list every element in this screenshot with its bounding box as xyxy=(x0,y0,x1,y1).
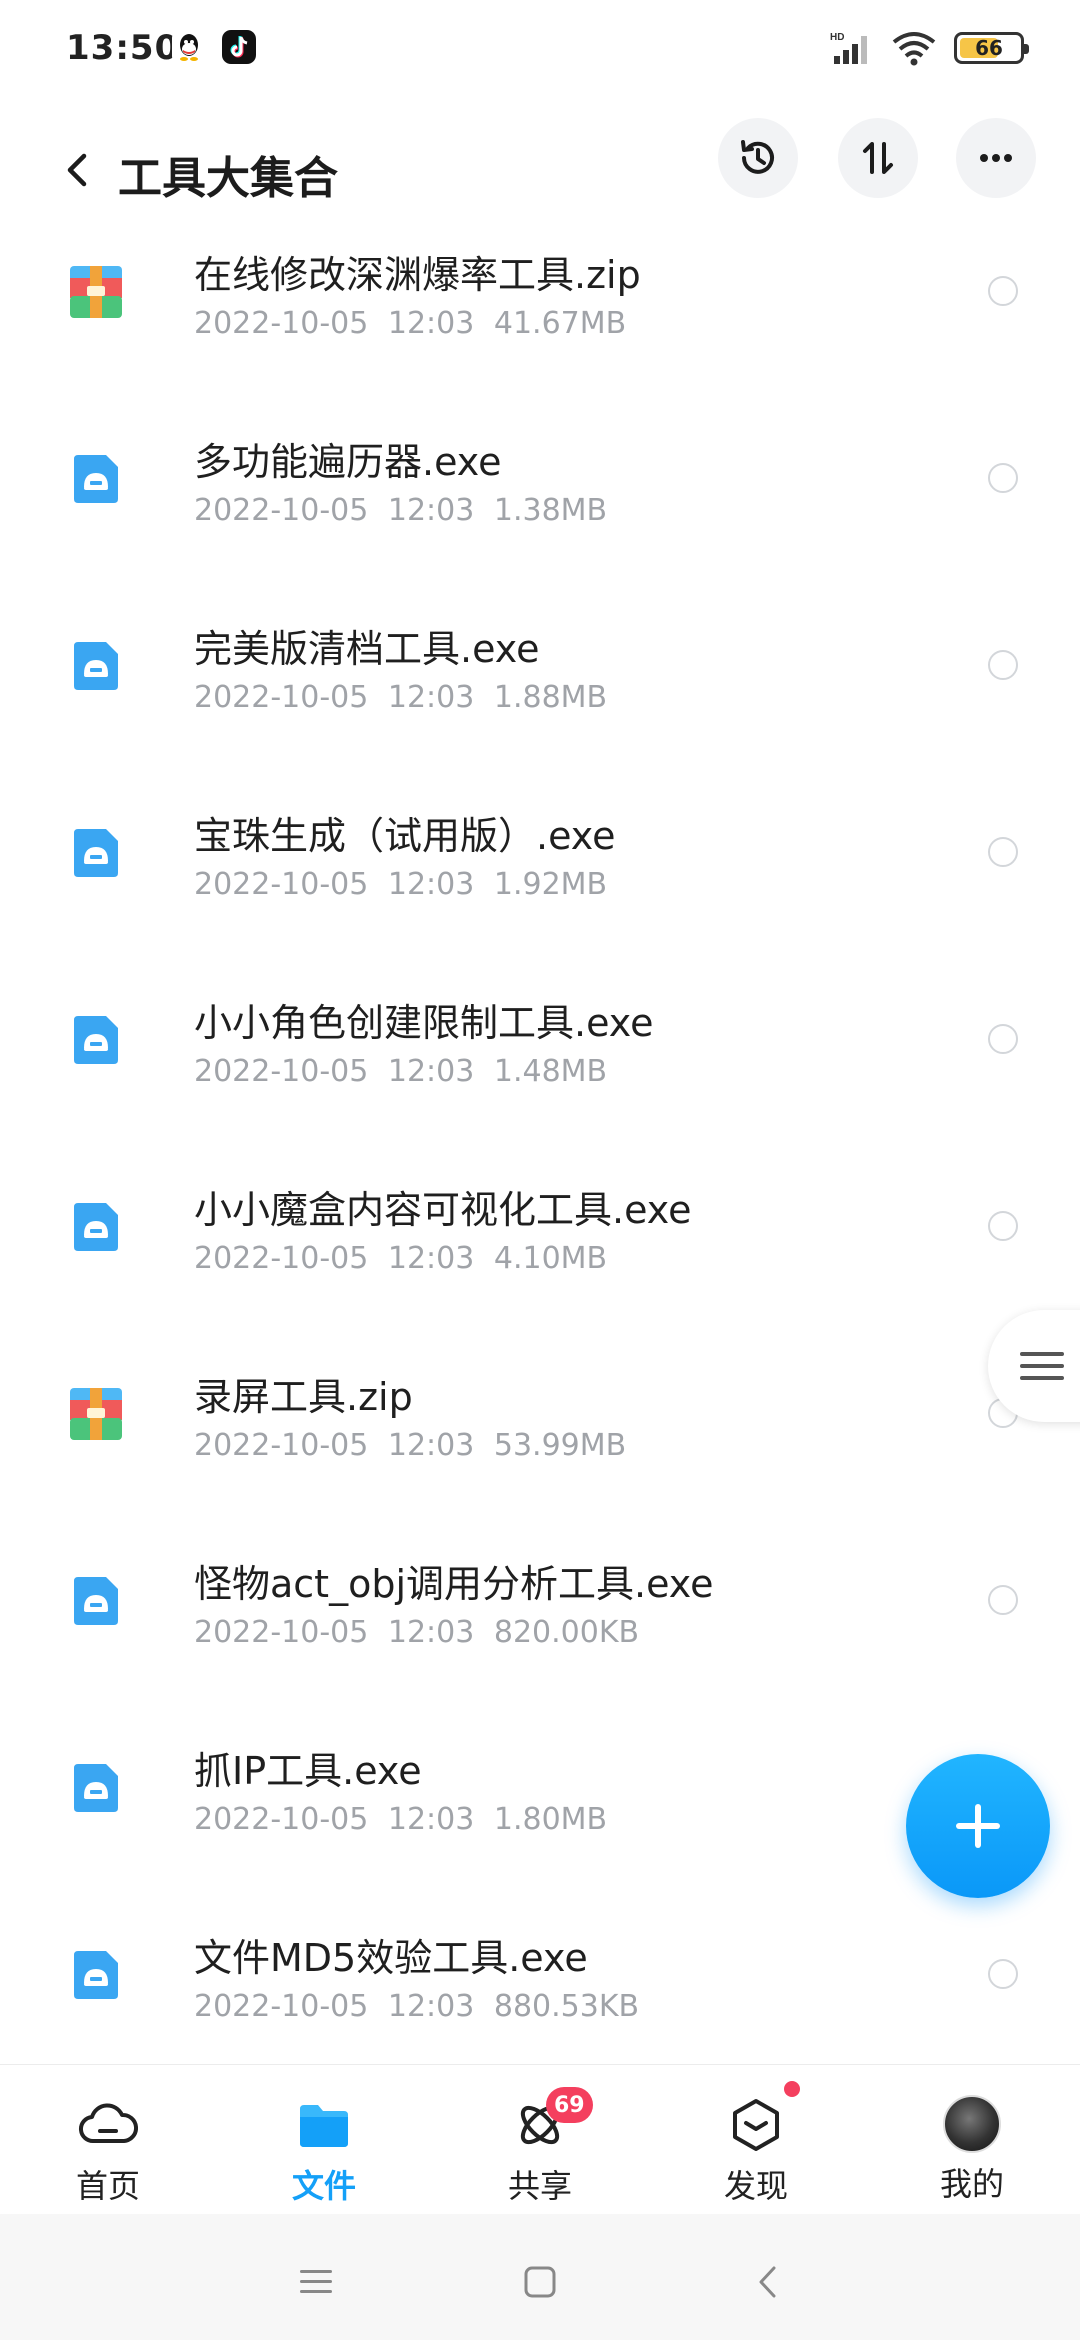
file-meta: 2022-10-05 12:03 1.88MB xyxy=(194,680,608,715)
tiktok-icon xyxy=(222,30,256,64)
nav-discover[interactable]: 发现 xyxy=(686,2081,826,2205)
file-name: 完美版清档工具.exe xyxy=(194,627,540,671)
svg-text:HD: HD xyxy=(830,32,844,43)
nav-me-label: 我的 xyxy=(939,2165,1004,2203)
file-row[interactable]: 小小角色创建限制工具.exe 2022-10-05 12:03 1.48MB xyxy=(0,978,1080,1165)
file-select-checkbox[interactable] xyxy=(988,463,1018,493)
avatar-wrapper xyxy=(942,2095,1002,2153)
file-name: 怪物act_obj调用分析工具.exe xyxy=(194,1562,714,1606)
file-name: 录屏工具.zip xyxy=(194,1375,413,1419)
file-meta: 2022-10-05 12:03 1.80MB xyxy=(194,1802,608,1837)
discover-box-icon xyxy=(726,2081,800,2155)
recent-apps-button[interactable] xyxy=(288,2254,344,2310)
home-button[interactable] xyxy=(512,2254,568,2310)
add-button[interactable] xyxy=(906,1754,1050,1898)
atom-share-icon: 69 xyxy=(510,2087,593,2155)
exe-file-icon xyxy=(70,640,122,692)
file-meta: 2022-10-05 12:03 4.10MB xyxy=(194,1241,608,1276)
status-bar: 13:50 HD 66 xyxy=(0,0,1080,100)
qq-icon xyxy=(172,30,206,64)
plus-icon xyxy=(956,1804,1000,1848)
avatar xyxy=(943,2095,1001,2153)
bottom-nav: 首页 文件 69 共享 发现 我的 xyxy=(0,2064,1080,2214)
nav-share-label: 共享 xyxy=(507,2167,572,2205)
sort-button[interactable] xyxy=(838,118,918,198)
file-name: 小小魔盒内容可视化工具.exe xyxy=(194,1188,692,1232)
file-select-checkbox[interactable] xyxy=(988,1211,1018,1241)
file-meta: 2022-10-05 12:03 41.67MB xyxy=(194,306,627,341)
file-name: 小小角色创建限制工具.exe xyxy=(194,1001,654,1045)
discover-dot xyxy=(784,2081,800,2097)
folder-icon xyxy=(294,2095,354,2155)
file-meta: 2022-10-05 12:03 53.99MB xyxy=(194,1428,627,1463)
file-meta: 2022-10-05 12:03 880.53KB xyxy=(194,1989,640,2024)
system-status-icons: HD 66 xyxy=(830,28,1029,68)
file-row[interactable]: 完美版清档工具.exe 2022-10-05 12:03 1.88MB xyxy=(0,604,1080,791)
more-icon xyxy=(980,154,1012,162)
signal-icon: HD xyxy=(830,30,874,66)
exe-file-icon xyxy=(70,1762,122,1814)
zip-file-icon xyxy=(70,1388,122,1440)
nav-me[interactable]: 我的 xyxy=(902,2095,1042,2205)
file-meta: 2022-10-05 12:03 1.48MB xyxy=(194,1054,608,1089)
exe-file-icon xyxy=(70,1575,122,1627)
back-arrow-icon xyxy=(759,2266,776,2298)
file-name: 宝珠生成（试用版）.exe xyxy=(194,814,616,858)
file-select-checkbox[interactable] xyxy=(988,837,1018,867)
file-meta: 2022-10-05 12:03 820.00KB xyxy=(194,1615,640,1650)
file-select-checkbox[interactable] xyxy=(988,1585,1018,1615)
file-name: 抓IP工具.exe xyxy=(194,1749,422,1793)
file-select-checkbox[interactable] xyxy=(988,276,1018,306)
history-button[interactable] xyxy=(718,118,798,198)
file-row[interactable]: 多功能遍历器.exe 2022-10-05 12:03 1.38MB xyxy=(0,417,1080,604)
file-row[interactable]: 怪物act_obj调用分析工具.exe 2022-10-05 12:03 820.… xyxy=(0,1539,1080,1726)
file-select-checkbox[interactable] xyxy=(988,1959,1018,1989)
file-select-checkbox[interactable] xyxy=(988,650,1018,680)
menu-icon xyxy=(300,2270,332,2293)
file-meta: 2022-10-05 12:03 1.38MB xyxy=(194,493,608,528)
file-meta: 2022-10-05 12:03 1.92MB xyxy=(194,867,608,902)
file-name: 文件MD5效验工具.exe xyxy=(194,1936,588,1980)
exe-file-icon xyxy=(70,827,122,879)
page-title: 工具大集合 xyxy=(118,153,338,204)
share-badge: 69 xyxy=(546,2087,593,2123)
status-time: 13:50 xyxy=(66,28,180,68)
battery-icon: 66 xyxy=(954,32,1029,64)
cloud-home-icon xyxy=(78,2095,138,2155)
nav-share[interactable]: 69 共享 xyxy=(470,2087,610,2205)
file-name: 多功能遍历器.exe xyxy=(194,440,502,484)
file-select-checkbox[interactable] xyxy=(988,1024,1018,1054)
file-row[interactable]: 在线修改深渊爆率工具.zip 2022-10-05 12:03 41.67MB xyxy=(0,230,1080,417)
exe-file-icon xyxy=(70,453,122,505)
wifi-icon xyxy=(892,30,936,66)
system-nav-bar xyxy=(0,2214,1080,2340)
file-row[interactable]: 宝珠生成（试用版）.exe 2022-10-05 12:03 1.92MB xyxy=(0,791,1080,978)
exe-file-icon xyxy=(70,1014,122,1066)
more-button[interactable] xyxy=(956,118,1036,198)
menu-lines-icon xyxy=(1020,1352,1064,1380)
sort-icon xyxy=(863,142,893,174)
battery-level: 66 xyxy=(975,36,1003,60)
history-icon xyxy=(741,140,774,174)
chevron-left-icon xyxy=(67,153,87,187)
nav-home-label: 首页 xyxy=(75,2167,140,2205)
nav-files-label: 文件 xyxy=(291,2167,356,2205)
zip-file-icon xyxy=(70,266,122,318)
square-icon xyxy=(524,2266,556,2298)
nav-files[interactable]: 文件 xyxy=(254,2095,394,2205)
exe-file-icon xyxy=(70,1949,122,2001)
nav-discover-label: 发现 xyxy=(723,2167,788,2205)
file-name: 在线修改深渊爆率工具.zip xyxy=(194,253,641,297)
header: 工具大集合 xyxy=(0,110,1080,230)
system-back-button[interactable] xyxy=(740,2254,796,2310)
nav-home[interactable]: 首页 xyxy=(38,2095,178,2205)
exe-file-icon xyxy=(70,1201,122,1253)
file-row[interactable]: 小小魔盒内容可视化工具.exe 2022-10-05 12:03 4.10MB xyxy=(0,1165,1080,1352)
file-row[interactable]: 录屏工具.zip 2022-10-05 12:03 53.99MB xyxy=(0,1352,1080,1539)
back-button[interactable] xyxy=(40,132,116,208)
